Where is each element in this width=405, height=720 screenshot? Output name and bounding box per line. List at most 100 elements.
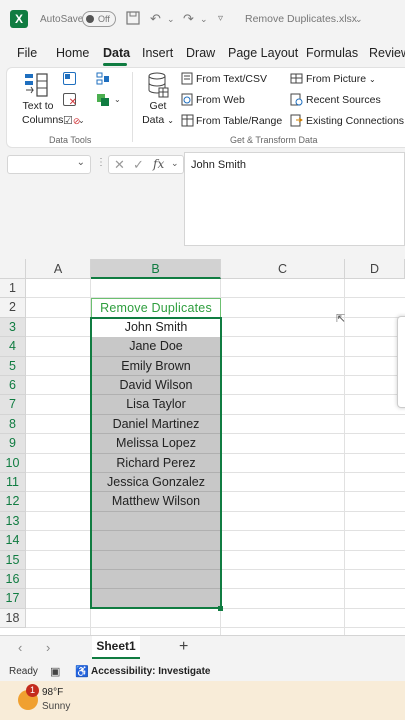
picture-icon xyxy=(290,72,303,88)
formula-value: John Smith xyxy=(191,159,247,171)
cell-b-value[interactable]: Daniel Martinez xyxy=(91,414,221,435)
cell-b-value[interactable]: Jane Doe xyxy=(91,337,221,357)
cell-b2-header[interactable]: Remove Duplicates xyxy=(91,298,221,318)
cell-b-empty[interactable] xyxy=(91,589,221,609)
row-header[interactable]: 18 xyxy=(0,608,26,629)
get-data-line1: Get xyxy=(149,100,167,112)
row-header[interactable]: 14 xyxy=(0,531,26,551)
relationships-icon[interactable] xyxy=(96,93,110,110)
tab-review[interactable]: Review xyxy=(369,46,405,60)
scroll-left-icon[interactable]: ‹ xyxy=(18,640,22,655)
cell-b-empty[interactable] xyxy=(91,531,221,551)
tab-draw[interactable]: Draw xyxy=(186,46,215,60)
row-header[interactable]: 8 xyxy=(0,414,26,435)
tab-data[interactable]: Data xyxy=(103,46,130,60)
get-data-label: Data xyxy=(142,114,165,126)
tab-home[interactable]: Home xyxy=(56,46,89,60)
undo-dropdown-icon[interactable]: ⌄ xyxy=(167,14,175,25)
cell-b-value[interactable]: Matthew Wilson xyxy=(91,492,221,512)
customize-toolbar-icon[interactable]: ▿ xyxy=(218,13,223,24)
cell-b-empty[interactable] xyxy=(91,570,221,590)
row-header[interactable]: 1 xyxy=(0,279,26,299)
undo-icon[interactable]: ↶ xyxy=(150,11,161,27)
row-header[interactable]: 3 xyxy=(0,317,26,338)
get-data-button[interactable]: Get Data ⌄ xyxy=(141,100,175,126)
autosave-toggle[interactable]: Off xyxy=(82,11,116,27)
cell-b-empty[interactable] xyxy=(91,511,221,532)
row-header[interactable]: 7 xyxy=(0,395,26,415)
enter-icon[interactable]: ✓ xyxy=(133,157,144,173)
cell-b-value[interactable]: John Smith xyxy=(91,317,221,338)
tab-page-layout[interactable]: Page Layout xyxy=(228,46,298,60)
sheet-tab-sheet1[interactable]: Sheet1 xyxy=(92,636,140,659)
column-gridline xyxy=(344,279,345,635)
row-header[interactable]: 15 xyxy=(0,550,26,570)
from-web-button[interactable]: From Web xyxy=(196,94,245,106)
scroll-right-icon[interactable]: › xyxy=(46,640,50,655)
existing-connections-button[interactable]: Existing Connections xyxy=(306,115,404,127)
from-picture-button[interactable]: From Picture ⌄ xyxy=(306,73,376,85)
row-header[interactable]: 12 xyxy=(0,492,26,512)
cell-b-value[interactable]: David Wilson xyxy=(91,376,221,396)
add-sheet-button[interactable]: + xyxy=(179,638,188,656)
select-all-corner[interactable] xyxy=(0,259,26,279)
cell-b-empty[interactable] xyxy=(91,550,221,570)
row-header[interactable]: 11 xyxy=(0,473,26,493)
filename-dropdown-icon[interactable]: ⌄ xyxy=(355,14,363,25)
row-header[interactable]: 9 xyxy=(0,434,26,454)
flash-fill-icon[interactable] xyxy=(63,72,76,85)
row-header[interactable]: 17 xyxy=(0,589,26,609)
from-text-csv-button[interactable]: From Text/CSV xyxy=(196,73,267,85)
column-header-c[interactable]: C xyxy=(221,259,345,279)
file-name: Remove Duplicates.xlsx xyxy=(245,13,358,25)
weather-condition: Sunny xyxy=(42,701,71,712)
relationships-dropdown-icon[interactable]: ⌄ xyxy=(114,95,121,104)
data-validation-dropdown-icon[interactable]: ⌄ xyxy=(78,116,85,125)
row-header[interactable]: 4 xyxy=(0,337,26,357)
column-header-b[interactable]: B xyxy=(91,259,221,279)
cell-b-value[interactable]: Emily Brown xyxy=(91,356,221,376)
consolidate-icon[interactable] xyxy=(96,72,110,89)
redo-dropdown-icon[interactable]: ⌄ xyxy=(200,14,208,25)
cell-b-value[interactable]: Melissa Lopez xyxy=(91,434,221,454)
formula-input[interactable]: John Smith xyxy=(184,152,405,246)
macro-recording-icon[interactable]: ▣ xyxy=(50,665,60,678)
column-header-a[interactable]: A xyxy=(26,259,91,279)
cell-b-value[interactable]: Lisa Taylor xyxy=(91,395,221,415)
text-csv-icon xyxy=(181,72,193,88)
from-table-range-button[interactable]: From Table/Range xyxy=(196,115,282,127)
recent-sources-icon xyxy=(290,93,303,109)
row-header[interactable]: 6 xyxy=(0,376,26,396)
row-header[interactable]: 10 xyxy=(0,453,26,473)
text-to-columns-line1: Text to xyxy=(22,100,54,112)
row-header[interactable]: 13 xyxy=(0,511,26,532)
tab-formulas[interactable]: Formulas xyxy=(306,46,358,60)
chevron-down-icon: ⌄ xyxy=(167,116,174,125)
tab-file[interactable]: File xyxy=(17,46,37,60)
text-to-columns-button[interactable]: Text to Columns xyxy=(22,100,63,126)
insert-function-button[interactable]: fx xyxy=(153,157,164,171)
accessibility-icon[interactable]: ♿ xyxy=(75,665,89,678)
accessibility-status[interactable]: Accessibility: Investigate xyxy=(91,666,211,677)
cancel-icon[interactable]: ✕ xyxy=(114,157,125,173)
remove-duplicates-icon[interactable]: ✕ xyxy=(63,93,77,108)
cell-b-value[interactable]: Richard Perez xyxy=(91,453,221,473)
autosave-state: Off xyxy=(98,14,110,24)
tab-insert[interactable]: Insert xyxy=(142,46,173,60)
fill-handle[interactable] xyxy=(218,605,223,611)
recent-sources-button[interactable]: Recent Sources xyxy=(306,94,381,106)
name-box[interactable]: ⌄ xyxy=(7,155,91,174)
notification-badge: 1 xyxy=(26,684,39,697)
redo-icon[interactable]: ↷ xyxy=(183,11,194,27)
chevron-down-icon: ⌄ xyxy=(171,158,179,168)
row-header[interactable]: 16 xyxy=(0,570,26,590)
row-header[interactable]: 5 xyxy=(0,356,26,376)
save-icon[interactable] xyxy=(126,11,140,28)
floating-panel-edge[interactable] xyxy=(397,316,405,408)
row-header[interactable]: 2 xyxy=(0,298,26,318)
active-tab-indicator xyxy=(103,63,127,66)
table-range-icon xyxy=(181,114,194,130)
column-header-d[interactable]: D xyxy=(345,259,405,279)
cell-b-value[interactable]: Jessica Gonzalez xyxy=(91,473,221,493)
existing-connections-icon xyxy=(290,114,303,130)
